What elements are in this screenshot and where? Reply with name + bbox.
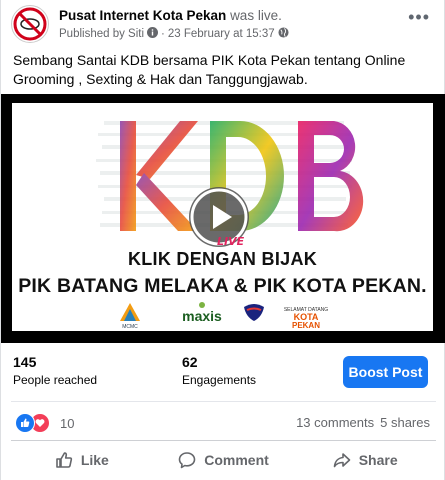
post-text: Sembang Santai KDB bersama PIK Kota Peka…: [13, 52, 406, 87]
svg-text:PEKAN: PEKAN: [292, 321, 320, 329]
post-meta: Published by Siti · 23 February at 15:37: [59, 27, 289, 41]
info-icon[interactable]: [147, 27, 159, 41]
people-reached-label: People reached: [13, 373, 98, 387]
reactions-summary[interactable]: 10: [15, 413, 74, 433]
like-reaction-icon: [15, 413, 35, 433]
share-icon: [333, 453, 351, 468]
people-reached-stat[interactable]: 145 People reached: [13, 354, 97, 387]
reaction-count: 10: [60, 415, 75, 431]
divider: [11, 440, 436, 441]
meta-separator: ·: [161, 28, 165, 40]
more-options-icon[interactable]: •••: [408, 8, 430, 26]
post-action-text: was live.: [230, 8, 282, 23]
divider: [11, 401, 436, 402]
published-by-text: Published by Siti: [59, 28, 145, 40]
engagement-counts: 13 comments 5 shares: [296, 415, 430, 430]
comments-count-link[interactable]: 13 comments: [296, 415, 374, 430]
video-tagline-1: KLIK DENGAN BIJAK: [127, 249, 318, 269]
crest-logo: [244, 304, 264, 321]
video-thumbnail: LIVE KLIK DENGAN BIJAK PIK BATANG MELAKA…: [12, 103, 433, 331]
share-button[interactable]: Share: [294, 445, 436, 475]
post-card: Pusat Internet Kota Pekan was live. Publ…: [0, 0, 445, 480]
page-avatar[interactable]: [11, 5, 49, 43]
live-label: LIVE: [217, 235, 245, 248]
people-reached-value: 145: [13, 354, 37, 370]
kota-pekan-logo: SELAMAT DATANG KOTA PEKAN: [284, 307, 328, 329]
post-actions-bar: Like Comment Share: [11, 445, 436, 475]
engagements-stat[interactable]: 62 Engagements: [182, 354, 256, 387]
like-button[interactable]: Like: [11, 445, 153, 475]
comment-label: Comment: [204, 452, 269, 468]
boost-post-button[interactable]: Boost Post: [343, 356, 428, 388]
mcmc-logo: MCMC: [120, 303, 140, 329]
thumbs-up-icon: [56, 452, 72, 468]
post-author-line: Pusat Internet Kota Pekan was live.: [59, 8, 282, 23]
comment-button[interactable]: Comment: [153, 445, 295, 475]
share-label: Share: [358, 452, 398, 468]
engagements-label: Engagements: [182, 373, 257, 387]
page-name-link[interactable]: Pusat Internet Kota Pekan: [59, 8, 226, 23]
partner-logos: MCMC maxis SELAMAT DATANG KOTA PEKAN: [120, 302, 328, 329]
like-label: Like: [80, 452, 109, 468]
shares-count-link[interactable]: 5 shares: [380, 415, 430, 430]
svg-text:maxis: maxis: [182, 308, 222, 324]
svg-text:MCMC: MCMC: [122, 324, 138, 329]
comment-icon: [178, 452, 196, 469]
engagements-value: 62: [182, 354, 198, 370]
live-video[interactable]: LIVE KLIK DENGAN BIJAK PIK BATANG MELAKA…: [1, 94, 445, 343]
globe-icon: [278, 27, 289, 41]
post-date[interactable]: 23 February at 15:37: [168, 28, 275, 40]
maxis-logo: maxis: [182, 302, 222, 324]
video-tagline-2: PIK BATANG MELAKA & PIK KOTA PEKAN.: [18, 275, 427, 297]
